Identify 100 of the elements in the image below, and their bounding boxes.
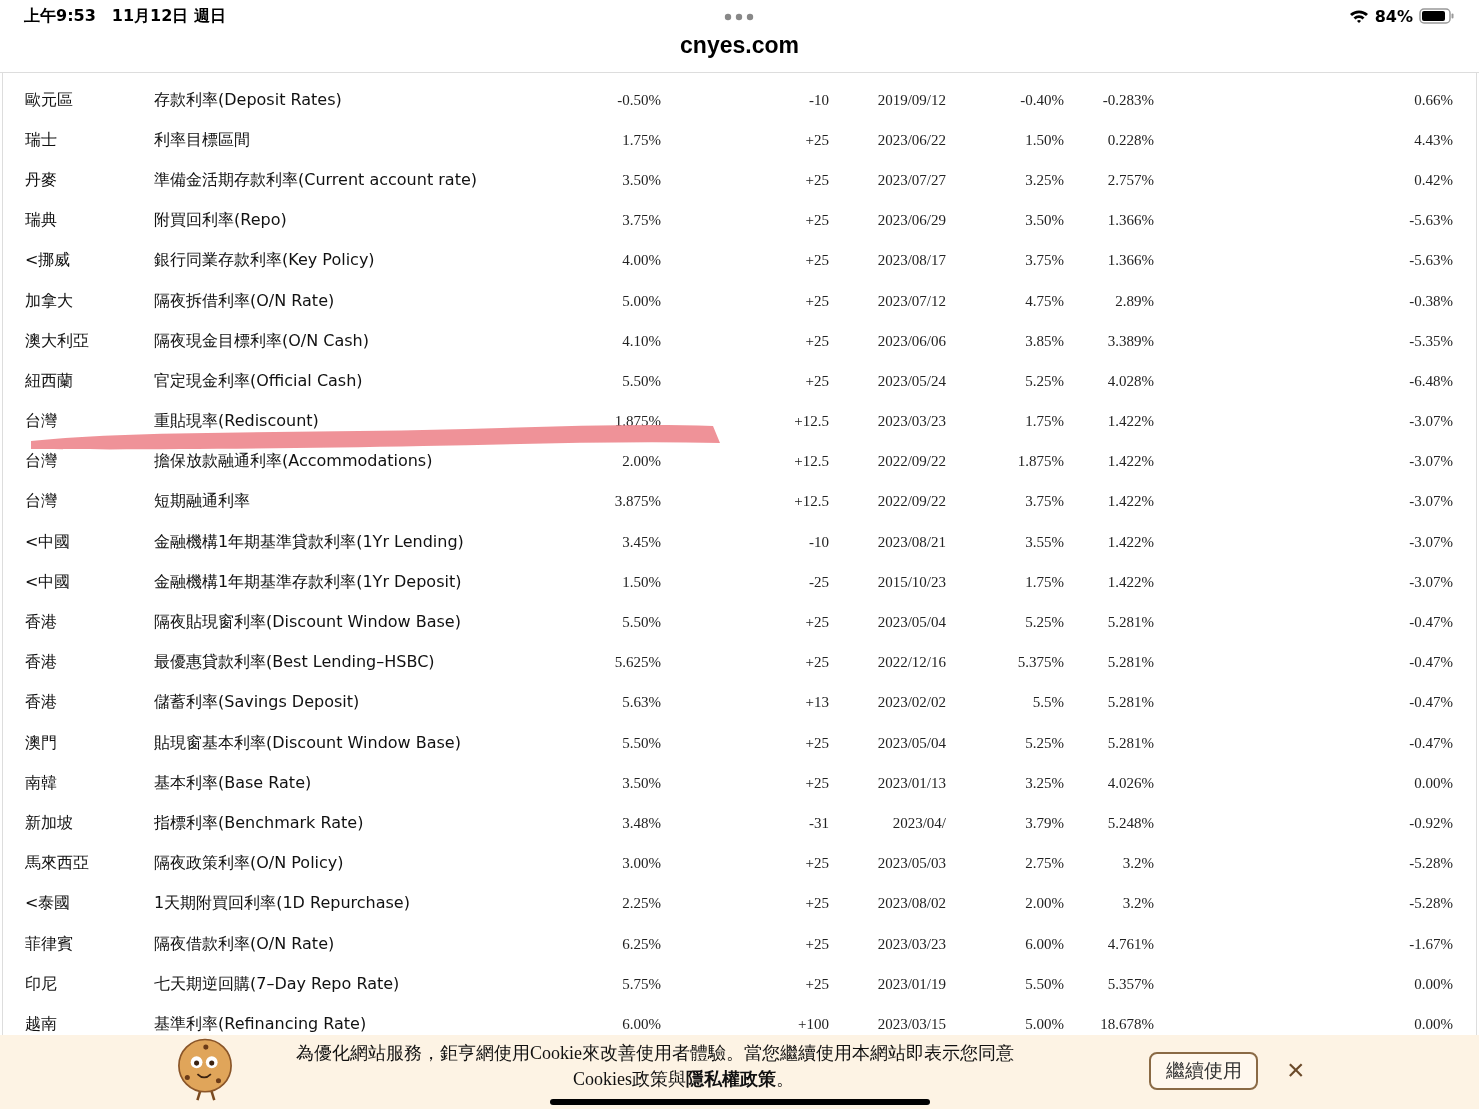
table-cell-text: 2023/08/21 [876, 533, 946, 551]
table-cell-text: 1.422% [1106, 533, 1154, 551]
more-icon[interactable] [724, 13, 754, 21]
table-cell-text: 3.85% [1024, 332, 1064, 350]
table-cell-text: -0.47% [1408, 694, 1453, 712]
table-cell-text: 3.79% [1024, 814, 1064, 832]
close-button[interactable]: × [1283, 1053, 1309, 1087]
table-cell-text: -0.50% [616, 91, 661, 109]
table-cell-text: -0.47% [1408, 654, 1453, 672]
table-cell-text: 2023/02/02 [876, 694, 946, 712]
table-cell-text: 澳大利亞 [25, 330, 90, 352]
table-cell-text: 5.5% [1031, 694, 1064, 712]
table-cell-text: 2022/12/16 [876, 654, 946, 672]
table-cell-text: 2023/03/23 [876, 935, 946, 953]
table-cell-text: 擔保放款融通利率(Accommodations) [154, 451, 434, 473]
table-cell-text: +100 [797, 1015, 829, 1033]
table-cell-text: -0.47% [1408, 614, 1453, 632]
cookie-policy-text[interactable]: Cookies政策與隱私權政策。 [296, 1066, 1126, 1092]
table-cell-text: 1.366% [1106, 252, 1154, 270]
table-cell-text: 2022/09/22 [876, 453, 946, 471]
table-cell-text: 5.281% [1106, 654, 1154, 672]
table-cell-text: 5.25% [1024, 734, 1064, 752]
table-cell-text: +25 [804, 935, 829, 953]
table-cell-text: +25 [804, 252, 829, 270]
table-cell-text: -3.07% [1408, 413, 1453, 431]
table-cell-text: -0.92% [1408, 814, 1453, 832]
table-cell-text: 3.00% [621, 855, 661, 873]
table-cell-text: 1.422% [1106, 453, 1154, 471]
table-cell-text: 紐西蘭 [25, 370, 74, 392]
table-cell-text: -3.07% [1408, 453, 1453, 471]
table-cell-text: 馬來西亞 [25, 853, 90, 875]
table-cell-text: 1.422% [1106, 493, 1154, 511]
table-cell-text: 2.25% [621, 895, 661, 913]
table-cell-text: 菲律賓 [25, 933, 74, 955]
table-cell-text: 銀行同業存款利率(Key Policy) [154, 250, 376, 272]
table-cell-text: 2023/04/ [891, 814, 946, 832]
table-cell-text: -6.48% [1408, 372, 1453, 390]
table-cell-text: 金融機構1年期基準存款利率(1Yr Deposit) [154, 571, 463, 593]
table-cell-text: +25 [804, 131, 829, 149]
table-cell-text: +25 [804, 332, 829, 350]
table-cell-text: 18.678% [1099, 1015, 1154, 1033]
table-cell-text: 香港 [25, 612, 58, 634]
table-cell-text: 1.875% [613, 413, 661, 431]
status-time: 上午9:53 [24, 5, 96, 27]
table-cell-text: 5.75% [621, 975, 661, 993]
table-cell-text: 台灣 [25, 451, 58, 473]
table-cell-text: 1.75% [1024, 573, 1064, 591]
table-cell-text: 3.2% [1121, 855, 1154, 873]
table-cell-text: 2.75% [1024, 855, 1064, 873]
table-cell-text: -5.63% [1408, 212, 1453, 230]
table-cell-text: 5.281% [1106, 694, 1154, 712]
table-cell-text: 3.50% [621, 774, 661, 792]
table-cell-text: 0.66% [1413, 91, 1453, 109]
table-cell-text: <中國 [25, 531, 72, 553]
table-cell-text: -3.07% [1408, 573, 1453, 591]
table-cell-text: -3.07% [1408, 533, 1453, 551]
table-cell-text: 2023/05/03 [876, 855, 946, 873]
table-cell-text: 1.366% [1106, 212, 1154, 230]
table-cell-text: 基本利率(Base Rate) [154, 772, 313, 794]
table-cell-text: -5.28% [1408, 855, 1453, 873]
table-cell-text: -0.47% [1408, 734, 1453, 752]
table-cell-text: 2023/07/12 [876, 292, 946, 310]
table-cell-text: 1.50% [1024, 131, 1064, 149]
site-url[interactable]: cnyes.com [680, 32, 799, 59]
table-cell-text: 香港 [25, 652, 58, 674]
status-date: 11月12日 週日 [111, 5, 226, 27]
table-cell-text: 3.389% [1106, 332, 1154, 350]
table-cell-text: 4.028% [1106, 372, 1154, 390]
table-cell-text: -0.283% [1101, 91, 1154, 109]
table-cell-text: 儲蓄利率(Savings Deposit) [154, 692, 361, 714]
table-cell-text: 0.00% [1413, 1015, 1453, 1033]
table-cell-text: 1天期附買回利率(1D Repurchase) [154, 893, 411, 915]
continue-button[interactable]: 繼續使用 [1149, 1052, 1258, 1090]
table-cell-text: 隔夜現金目標利率(O/N Cash) [154, 330, 370, 352]
table-cell-text: 2023/03/15 [876, 1015, 946, 1033]
table-cell-text: 2019/09/12 [876, 91, 946, 109]
table-cell-text: +12.5 [793, 413, 829, 431]
table-cell-text: 越南 [25, 1013, 58, 1035]
table-cell-text: 5.625% [613, 654, 661, 672]
table-cell-text: 2023/01/13 [876, 774, 946, 792]
table-cell-text: 5.50% [621, 734, 661, 752]
table-cell-text: 4.00% [621, 252, 661, 270]
table-cell-text: 丹麥 [25, 169, 58, 191]
table-cell-text: 3.55% [1024, 533, 1064, 551]
table-cell-text: 3.2% [1121, 895, 1154, 913]
table-cell-text: 5.281% [1106, 734, 1154, 752]
table-cell-text: -10 [808, 91, 829, 109]
table-cell-text: +25 [804, 654, 829, 672]
table-cell-text: 2023/08/02 [876, 895, 946, 913]
table-cell-text: 3.48% [621, 814, 661, 832]
table-cell-text: 3.75% [1024, 493, 1064, 511]
battery-icon [1419, 8, 1455, 24]
table-cell-text: 2022/09/22 [876, 493, 946, 511]
table-cell-text: +25 [804, 855, 829, 873]
table-cell-text: 5.00% [621, 292, 661, 310]
table-cell-text: +25 [804, 372, 829, 390]
table-cell-text: 5.00% [1024, 1015, 1064, 1033]
table-cell-text: 隔夜貼現窗利率(Discount Window Base) [154, 612, 462, 634]
table-cell-text: 5.357% [1106, 975, 1154, 993]
table-cell-text: 3.45% [621, 533, 661, 551]
